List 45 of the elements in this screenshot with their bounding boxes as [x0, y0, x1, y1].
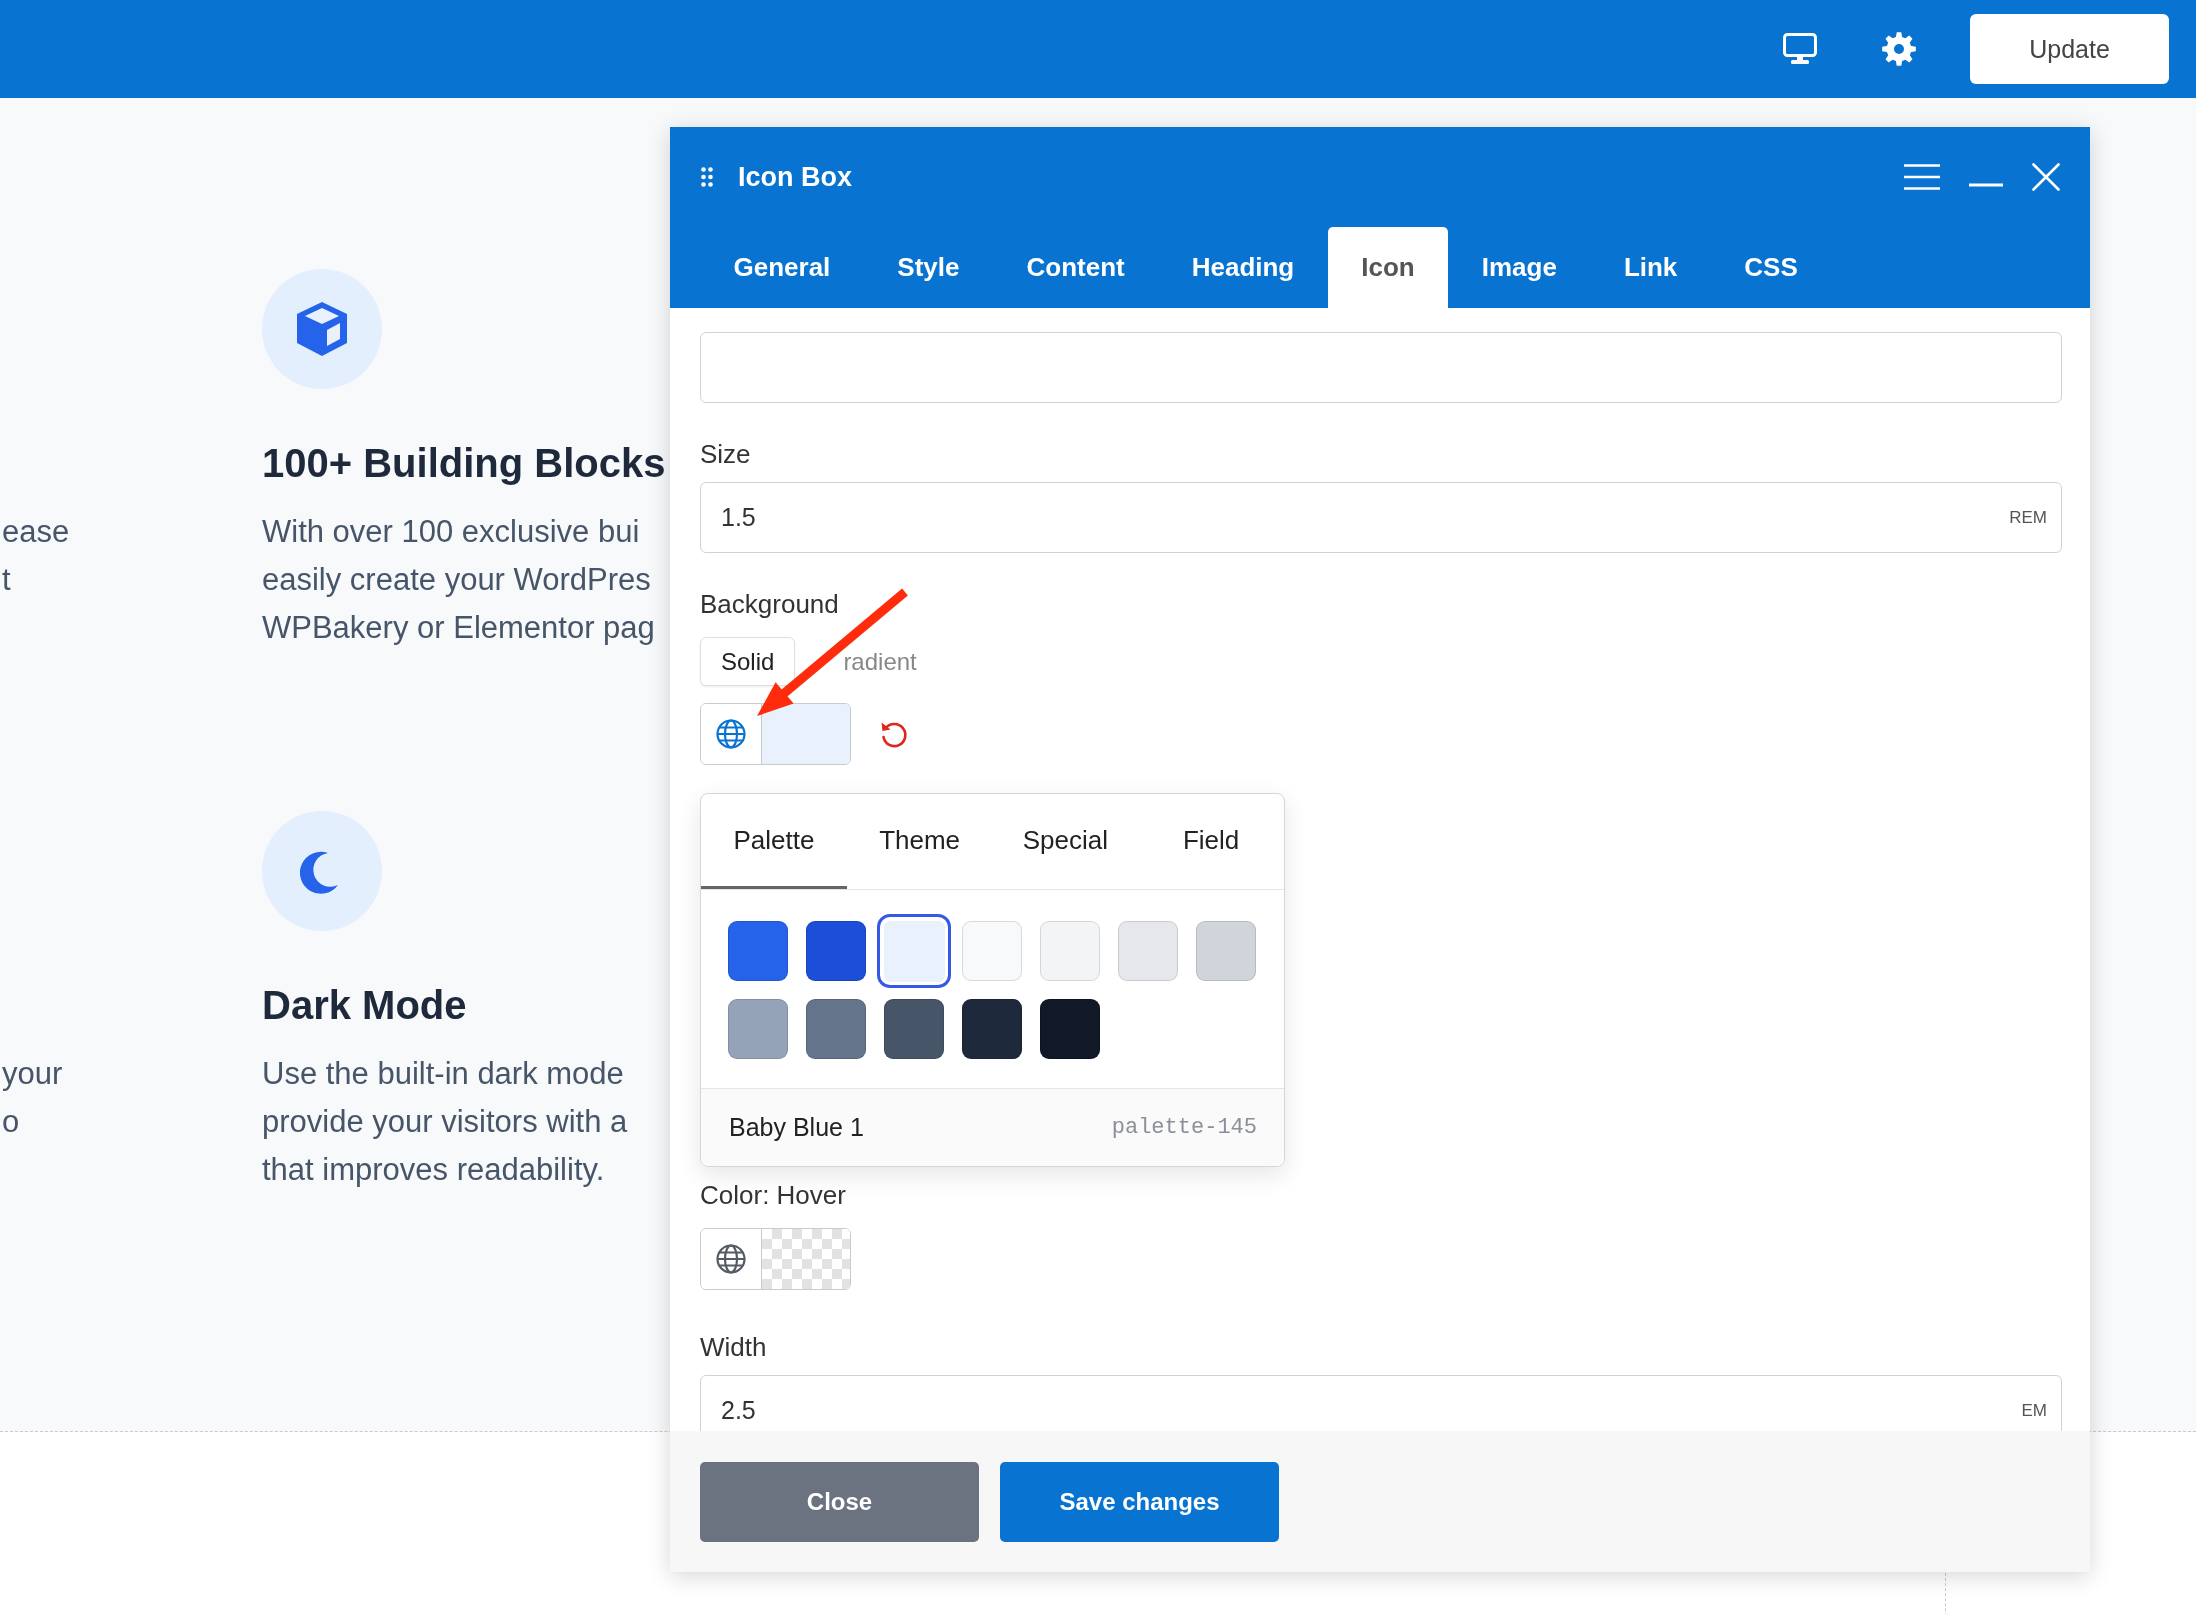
text-input-field[interactable] [700, 332, 2062, 403]
tab[interactable]: Image [1448, 227, 1591, 308]
fill-mode-tab[interactable]: radient [822, 637, 938, 686]
close-button[interactable]: Close [700, 1462, 979, 1542]
color-swatch[interactable] [877, 914, 951, 988]
globe-icon[interactable] [716, 719, 746, 749]
feature-description: your o [1, 1055, 63, 1141]
unit-label: EM [2021, 1400, 2047, 1421]
tab[interactable]: Link [1590, 227, 1711, 308]
monitor-icon[interactable] [1783, 33, 1817, 65]
update-button[interactable]: Update [1970, 14, 2169, 84]
palette-tab[interactable]: Theme [846, 794, 993, 889]
fill-mode-tab[interactable]: Solid [700, 637, 796, 686]
number-input-field[interactable]: 2.5 EM [700, 1375, 2062, 1431]
tab[interactable]: CSS [1710, 227, 1832, 308]
feature-description: Use the built-in dark mode provide your visitors with a that improves readability. [262, 1055, 628, 1189]
tab[interactable]: Heading [1158, 227, 1328, 308]
unit-label: REM [2009, 507, 2047, 528]
tab[interactable]: Style [863, 227, 993, 308]
tab[interactable]: General [700, 227, 864, 308]
number-input-field[interactable]: 1.5 REM [700, 482, 2062, 553]
palette-tab[interactable]: Palette [701, 794, 847, 889]
field-label: Width [700, 1332, 767, 1362]
color-name: Baby Blue 1 [729, 1113, 864, 1142]
field-label: Size [700, 439, 751, 469]
tab[interactable]: Content [993, 227, 1159, 308]
feature-description: ease t [1, 513, 70, 599]
feature-title: 100+ Building Blocks [262, 440, 666, 487]
palette-tab[interactable]: Special [992, 794, 1139, 889]
menu-icon[interactable] [1904, 164, 1940, 190]
palette-tab[interactable]: Field [1138, 794, 1284, 889]
settings-icon[interactable] [1882, 32, 1916, 66]
tab[interactable]: Icon [1327, 227, 1449, 308]
feature-title: Dark Mode [262, 982, 467, 1029]
field-label: Color: Hover [700, 1180, 846, 1210]
feature-description: With over 100 exclusive bui easily create your WordPres WPBakery or Elementor pag [262, 513, 655, 647]
color-picker[interactable] [700, 703, 851, 765]
close-icon[interactable] [2032, 163, 2060, 191]
color-picker[interactable] [700, 1228, 851, 1290]
dialog-title: Icon Box [738, 161, 852, 193]
color-id: palette-145 [1111, 1115, 1257, 1140]
drag-handle-icon[interactable] [701, 167, 713, 187]
save-button[interactable]: Save changes [1000, 1462, 1279, 1542]
field-label: Background [700, 589, 839, 619]
globe-icon[interactable] [716, 1244, 746, 1274]
